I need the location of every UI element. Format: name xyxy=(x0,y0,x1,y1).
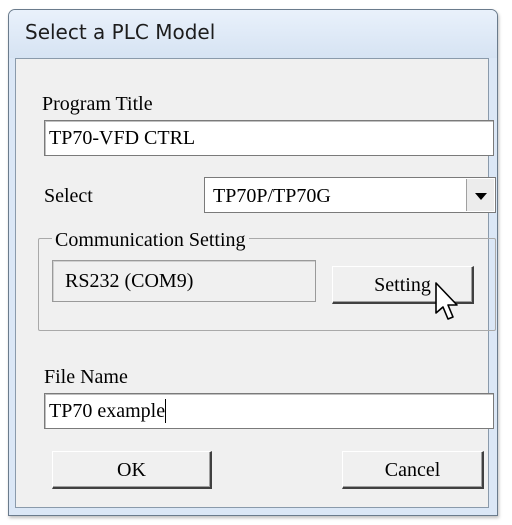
file-name-value: TP70 example xyxy=(49,400,166,422)
program-title-label: Program Title xyxy=(42,93,153,115)
ok-button[interactable]: OK xyxy=(52,451,212,489)
dropdown-button[interactable] xyxy=(466,179,494,211)
title-bar[interactable]: Select a PLC Model xyxy=(9,10,497,58)
cancel-button[interactable]: Cancel xyxy=(342,451,484,489)
chevron-down-icon xyxy=(475,193,487,200)
ok-button-label: OK xyxy=(117,459,146,481)
file-name-input[interactable]: TP70 example xyxy=(44,393,494,429)
program-title-input[interactable]: TP70-VFD CTRL xyxy=(44,120,494,156)
pointer-arrow-icon xyxy=(435,282,458,320)
cancel-button-label: Cancel xyxy=(384,459,441,481)
com-port-display: RS232 (COM9) xyxy=(52,260,316,302)
communication-setting-label: Communication Setting xyxy=(52,229,249,252)
text-caret xyxy=(165,399,167,423)
dialog-title: Select a PLC Model xyxy=(25,20,216,44)
plc-model-selected-value: TP70P/TP70G xyxy=(213,185,331,207)
dialog-body: Program Title TP70-VFD CTRL Select TP70P… xyxy=(15,58,496,508)
file-name-label: File Name xyxy=(44,366,128,388)
plc-model-select[interactable]: TP70P/TP70G xyxy=(204,177,496,213)
select-plc-model-dialog: Select a PLC Model Program Title TP70-VF… xyxy=(8,9,498,516)
select-label: Select xyxy=(44,185,93,207)
